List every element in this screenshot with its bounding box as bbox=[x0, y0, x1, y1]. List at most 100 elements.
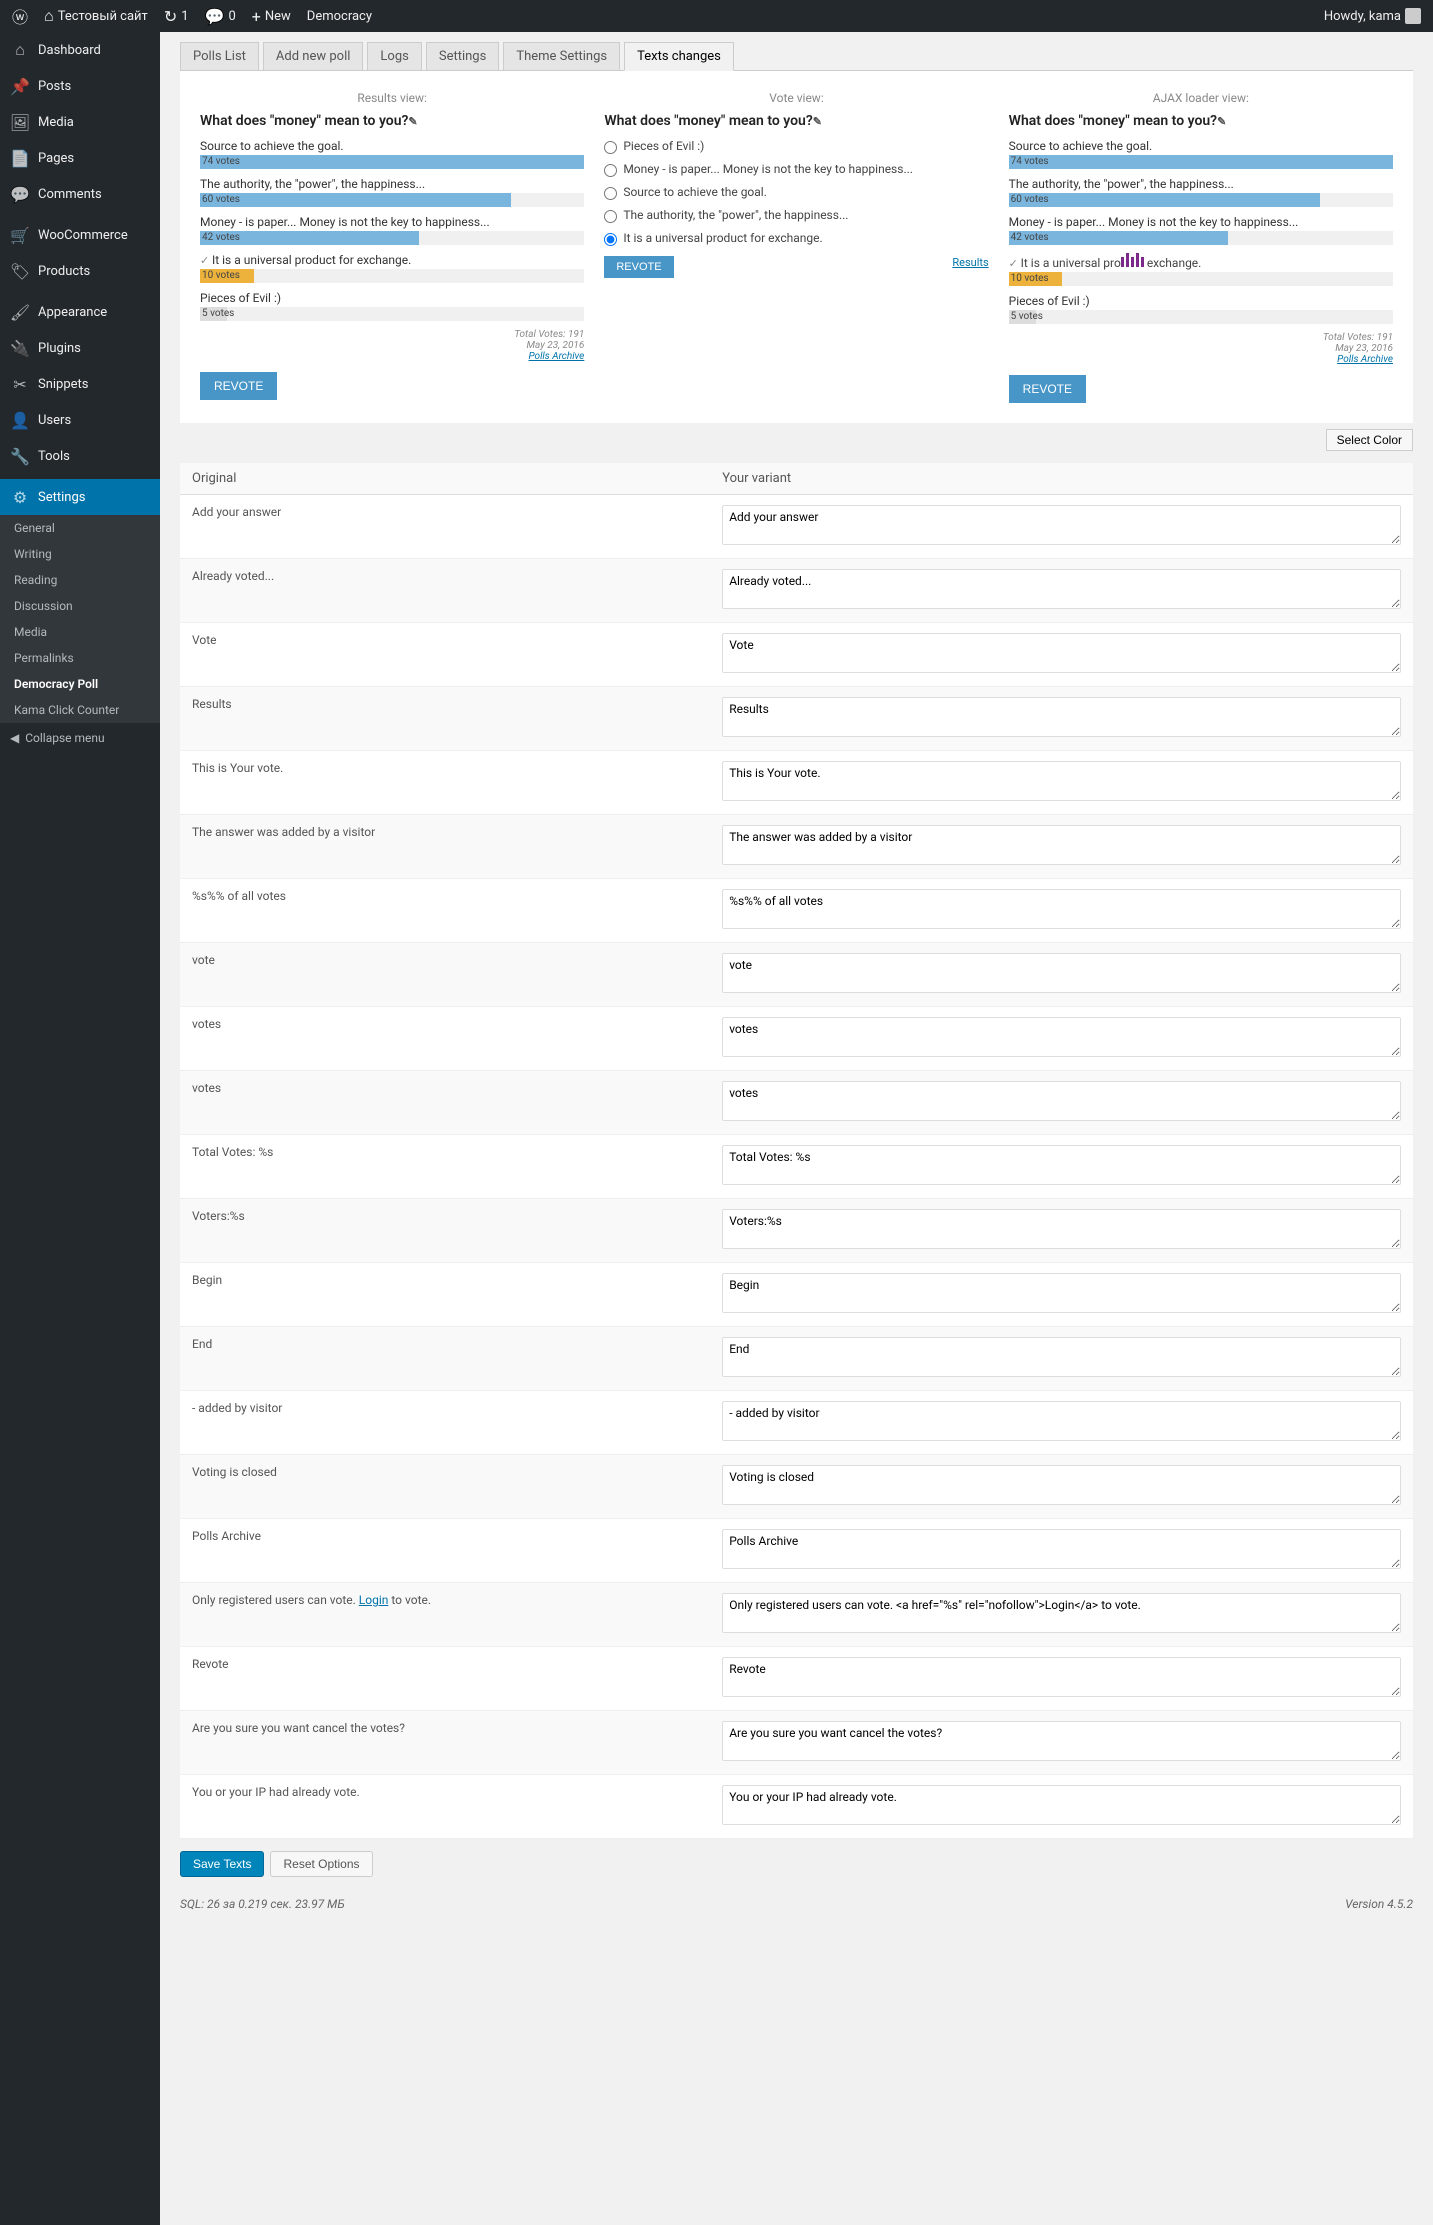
tab-logs[interactable]: Logs bbox=[367, 42, 421, 70]
save-button[interactable]: Save Texts bbox=[180, 1851, 264, 1877]
menu-icon: 💬 bbox=[10, 184, 30, 204]
polls-archive-link[interactable]: Polls Archive bbox=[528, 351, 584, 362]
updates-count: 1 bbox=[181, 9, 188, 24]
howdy[interactable]: Howdy, kama bbox=[1320, 8, 1425, 24]
vote-option[interactable]: Money - is paper... Money is not the key… bbox=[604, 162, 988, 177]
variant-input[interactable] bbox=[722, 1145, 1401, 1185]
results-link[interactable]: Results bbox=[952, 256, 988, 269]
sidebar-sub-item[interactable]: Permalinks bbox=[0, 645, 160, 671]
poll-answer: ✓ It is a universal pro exchange.10 vote… bbox=[1009, 253, 1393, 286]
original-text: Add your answer bbox=[180, 495, 710, 559]
table-row: %s%% of all votes bbox=[180, 879, 1413, 943]
sidebar-sub-item[interactable]: Media bbox=[0, 619, 160, 645]
table-row: Revote bbox=[180, 1647, 1413, 1711]
sidebar-item-appearance[interactable]: 🖌Appearance bbox=[0, 294, 160, 330]
revote-button[interactable]: REVOTE bbox=[200, 372, 277, 400]
table-row: You or your IP had already vote. bbox=[180, 1775, 1413, 1839]
site-name[interactable]: ⌂Тестовый сайт bbox=[40, 6, 152, 26]
sidebar-item-comments[interactable]: 💬Comments bbox=[0, 176, 160, 212]
variant-input[interactable] bbox=[722, 1593, 1401, 1633]
variant-input[interactable] bbox=[722, 889, 1401, 929]
sidebar-item-plugins[interactable]: 🔌Plugins bbox=[0, 330, 160, 366]
sidebar-item-media[interactable]: 🖼Media bbox=[0, 104, 160, 140]
new-content[interactable]: +New bbox=[248, 7, 295, 26]
comments[interactable]: 💬0 bbox=[201, 7, 240, 26]
variant-input[interactable] bbox=[722, 1785, 1401, 1825]
sidebar-item-pages[interactable]: 📄Pages bbox=[0, 140, 160, 176]
vote-count: 10 votes bbox=[1011, 273, 1049, 284]
site-name-label: Тестовый сайт bbox=[58, 9, 148, 24]
tab-texts-changes[interactable]: Texts changes bbox=[624, 42, 734, 71]
sidebar-sub-item[interactable]: Writing bbox=[0, 541, 160, 567]
reset-button[interactable]: Reset Options bbox=[270, 1851, 372, 1877]
variant-input[interactable] bbox=[722, 1465, 1401, 1505]
poll-answer: Pieces of Evil :)5 votes bbox=[200, 291, 584, 321]
variant-input[interactable] bbox=[722, 825, 1401, 865]
polls-archive-link[interactable]: Polls Archive bbox=[1337, 354, 1393, 365]
sidebar-sub-item[interactable]: Reading bbox=[0, 567, 160, 593]
tab-polls-list[interactable]: Polls List bbox=[180, 42, 259, 70]
sidebar-sub-item[interactable]: Discussion bbox=[0, 593, 160, 619]
original-text: You or your IP had already vote. bbox=[180, 1775, 710, 1839]
radio-input[interactable] bbox=[604, 141, 617, 154]
sidebar-item-settings[interactable]: ⚙Settings bbox=[0, 479, 160, 515]
sidebar-item-dashboard[interactable]: ⌂Dashboard bbox=[0, 32, 160, 68]
sidebar-item-products[interactable]: 🏷Products bbox=[0, 253, 160, 289]
radio-input[interactable] bbox=[604, 187, 617, 200]
collapse-menu[interactable]: ◀Collapse menu bbox=[0, 723, 160, 753]
poll-answer: Money - is paper... Money is not the key… bbox=[200, 215, 584, 245]
poll-answer: The authority, the "power", the happines… bbox=[200, 177, 584, 207]
radio-input[interactable] bbox=[604, 233, 617, 246]
variant-input[interactable] bbox=[722, 633, 1401, 673]
original-text: Total Votes: %s bbox=[180, 1135, 710, 1199]
variant-input[interactable] bbox=[722, 1081, 1401, 1121]
variant-input[interactable] bbox=[722, 697, 1401, 737]
vote-option[interactable]: Pieces of Evil :) bbox=[604, 139, 988, 154]
edit-icon[interactable]: ✎ bbox=[1217, 115, 1226, 128]
variant-input[interactable] bbox=[722, 1337, 1401, 1377]
howdy-label: Howdy, kama bbox=[1324, 9, 1401, 24]
variant-input[interactable] bbox=[722, 1209, 1401, 1249]
variant-input[interactable] bbox=[722, 761, 1401, 801]
sidebar-sub-item[interactable]: Kama Click Counter bbox=[0, 697, 160, 723]
sidebar-item-snippets[interactable]: ✂Snippets bbox=[0, 366, 160, 402]
variant-input[interactable] bbox=[722, 1401, 1401, 1441]
edit-icon[interactable]: ✎ bbox=[813, 115, 822, 128]
revote-button[interactable]: REVOTE bbox=[1009, 375, 1086, 403]
comments-count: 0 bbox=[228, 9, 235, 24]
select-color-button[interactable]: Select Color bbox=[1326, 429, 1413, 451]
tab-settings[interactable]: Settings bbox=[426, 42, 499, 70]
variant-input[interactable] bbox=[722, 1721, 1401, 1761]
vote-count: 10 votes bbox=[202, 270, 240, 281]
variant-input[interactable] bbox=[722, 569, 1401, 609]
variant-input[interactable] bbox=[722, 953, 1401, 993]
sidebar-item-users[interactable]: 👤Users bbox=[0, 402, 160, 438]
results-view-title: Results view: bbox=[200, 91, 584, 105]
sidebar-sub-item[interactable]: General bbox=[0, 515, 160, 541]
poll-date: May 23, 2016 bbox=[1009, 343, 1393, 354]
variant-input[interactable] bbox=[722, 1017, 1401, 1057]
updates[interactable]: ↻1 bbox=[160, 7, 193, 26]
revote-button[interactable]: REVOTE bbox=[604, 256, 673, 278]
variant-input[interactable] bbox=[722, 505, 1401, 545]
radio-input[interactable] bbox=[604, 164, 617, 177]
wp-logo[interactable]: ⓦ bbox=[8, 4, 32, 28]
sidebar-item-tools[interactable]: 🔧Tools bbox=[0, 438, 160, 474]
variant-input[interactable] bbox=[722, 1273, 1401, 1313]
radio-input[interactable] bbox=[604, 210, 617, 223]
tab-theme-settings[interactable]: Theme Settings bbox=[503, 42, 620, 70]
vote-option[interactable]: Source to achieve the goal. bbox=[604, 185, 988, 200]
tab-add-new-poll[interactable]: Add new poll bbox=[263, 42, 363, 70]
sidebar-item-posts[interactable]: 📌Posts bbox=[0, 68, 160, 104]
vote-option[interactable]: The authority, the "power", the happines… bbox=[604, 208, 988, 223]
sidebar-item-woocommerce[interactable]: 🛒WooCommerce bbox=[0, 217, 160, 253]
vote-option[interactable]: It is a universal product for exchange. bbox=[604, 231, 988, 246]
table-row: vote bbox=[180, 943, 1413, 1007]
edit-icon[interactable]: ✎ bbox=[408, 115, 417, 128]
update-icon: ↻ bbox=[164, 7, 177, 26]
variant-input[interactable] bbox=[722, 1657, 1401, 1697]
sidebar-sub-item[interactable]: Democracy Poll bbox=[0, 671, 160, 697]
comment-icon: 💬 bbox=[205, 7, 225, 26]
democracy-link[interactable]: Democracy bbox=[303, 9, 376, 24]
variant-input[interactable] bbox=[722, 1529, 1401, 1569]
